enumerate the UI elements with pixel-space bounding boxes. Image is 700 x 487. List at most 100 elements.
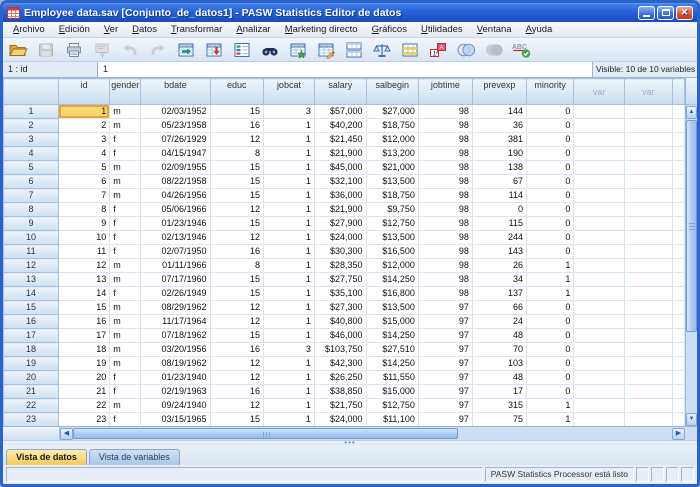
cell-r8-gender[interactable]: f (110, 203, 141, 217)
cell-r2-jobtime[interactable]: 98 (418, 119, 472, 133)
cell-r16-salary[interactable]: $40,800 (314, 315, 366, 329)
cell-r19-salary[interactable]: $42,300 (314, 357, 366, 371)
row-header-11[interactable]: 11 (4, 245, 59, 259)
menu-marketing-directo[interactable]: Marketing directo (278, 23, 365, 36)
cell-r3-jobcat[interactable]: 1 (264, 133, 315, 147)
print-icon[interactable] (63, 40, 85, 60)
cell-r8-minority[interactable]: 0 (526, 203, 573, 217)
grid-corner[interactable] (4, 79, 59, 105)
row-header-22[interactable]: 22 (4, 399, 59, 413)
cell-r4-bdate[interactable]: 04/15/1947 (141, 147, 210, 161)
cell-r7-educ[interactable]: 15 (210, 189, 264, 203)
cell-r6-bdate[interactable]: 08/22/1958 (141, 175, 210, 189)
row-header-6[interactable]: 6 (4, 175, 59, 189)
cell-r18-gender[interactable]: m (110, 343, 141, 357)
column-header-bdate[interactable]: bdate (141, 79, 210, 105)
cell-r14-educ[interactable]: 15 (210, 287, 264, 301)
open-file-icon[interactable] (7, 40, 29, 60)
cell-r16-educ[interactable]: 12 (210, 315, 264, 329)
cell-r13-salary[interactable]: $27,750 (314, 273, 366, 287)
select-cases-icon[interactable] (399, 40, 421, 60)
cell-r18-prevexp[interactable]: 70 (472, 343, 526, 357)
cell-r19-educ[interactable]: 12 (210, 357, 264, 371)
variables-icon[interactable] (231, 40, 253, 60)
cell-r21-bdate[interactable]: 02/19/1963 (141, 385, 210, 399)
horizontal-scroll-thumb[interactable] (73, 428, 458, 439)
cell-r2-id[interactable]: 2 (58, 119, 109, 133)
menu-ventana[interactable]: Ventana (470, 23, 519, 36)
cell-r13-prevexp[interactable]: 34 (472, 273, 526, 287)
cell-r14-minority[interactable]: 1 (526, 287, 573, 301)
cell-r21-salary[interactable]: $38,850 (314, 385, 366, 399)
cell-r20-jobtime[interactable]: 97 (418, 371, 472, 385)
cell-r11-educ[interactable]: 16 (210, 245, 264, 259)
cell-r6-educ[interactable]: 15 (210, 175, 264, 189)
cell-r16-minority[interactable]: 0 (526, 315, 573, 329)
cell-r7-salbegin[interactable]: $18,750 (366, 189, 418, 203)
cell-r23-educ[interactable]: 15 (210, 413, 264, 427)
cell-r11-minority[interactable]: 0 (526, 245, 573, 259)
cell-r17-educ[interactable]: 15 (210, 329, 264, 343)
cell-r10-bdate[interactable]: 02/13/1946 (141, 231, 210, 245)
cell-r4-gender[interactable]: f (110, 147, 141, 161)
cell-r14-salary[interactable]: $35,100 (314, 287, 366, 301)
cell-r5-minority[interactable]: 0 (526, 161, 573, 175)
scroll-left-button[interactable]: ◀ (60, 428, 73, 440)
cell-r4-id[interactable]: 4 (58, 147, 109, 161)
cell-r10-minority[interactable]: 0 (526, 231, 573, 245)
cell-r10-educ[interactable]: 12 (210, 231, 264, 245)
column-header-id[interactable]: id (58, 79, 109, 105)
cell-r15-salary[interactable]: $27,300 (314, 301, 366, 315)
row-header-5[interactable]: 5 (4, 161, 59, 175)
tab-vista-de-datos[interactable]: Vista de datos (6, 449, 87, 465)
cell-r3-gender[interactable]: f (110, 133, 141, 147)
cell-r15-id[interactable]: 15 (58, 301, 109, 315)
cell-r13-jobcat[interactable]: 1 (264, 273, 315, 287)
cell-r20-bdate[interactable]: 01/23/1940 (141, 371, 210, 385)
cell-r16-jobtime[interactable]: 97 (418, 315, 472, 329)
cell-editor-input[interactable]: 1 (98, 62, 593, 77)
cell-r7-salary[interactable]: $36,000 (314, 189, 366, 203)
row-header-13[interactable]: 13 (4, 273, 59, 287)
cell-r1-educ[interactable]: 15 (210, 105, 264, 119)
cell-r15-prevexp[interactable]: 66 (472, 301, 526, 315)
cell-r3-salbegin[interactable]: $12,000 (366, 133, 418, 147)
cell-r21-gender[interactable]: f (110, 385, 141, 399)
cell-r12-salary[interactable]: $28,350 (314, 259, 366, 273)
cell-r6-jobcat[interactable]: 1 (264, 175, 315, 189)
cell-r10-jobcat[interactable]: 1 (264, 231, 315, 245)
weight-cases-icon[interactable] (371, 40, 393, 60)
cell-r7-jobtime[interactable]: 98 (418, 189, 472, 203)
tab-vista-de-variables[interactable]: Vista de variables (89, 449, 180, 465)
cell-r17-bdate[interactable]: 07/18/1962 (141, 329, 210, 343)
cell-r13-id[interactable]: 13 (58, 273, 109, 287)
cell-r22-gender[interactable]: m (110, 399, 141, 413)
cell-r9-id[interactable]: 9 (58, 217, 109, 231)
cell-r16-prevexp[interactable]: 24 (472, 315, 526, 329)
cell-r12-salbegin[interactable]: $12,000 (366, 259, 418, 273)
close-button[interactable]: ✕ (676, 6, 693, 20)
cell-r5-salbegin[interactable]: $21,000 (366, 161, 418, 175)
cell-r22-minority[interactable]: 1 (526, 399, 573, 413)
cell-r18-minority[interactable]: 0 (526, 343, 573, 357)
cell-r19-jobtime[interactable]: 97 (418, 357, 472, 371)
cell-r23-jobtime[interactable]: 97 (418, 413, 472, 427)
cell-r6-salbegin[interactable]: $13,500 (366, 175, 418, 189)
cell-r11-id[interactable]: 11 (58, 245, 109, 259)
menu-graficos[interactable]: Gráficos (365, 23, 414, 36)
cell-r13-minority[interactable]: 1 (526, 273, 573, 287)
cell-r3-educ[interactable]: 12 (210, 133, 264, 147)
cell-r5-prevexp[interactable]: 138 (472, 161, 526, 175)
cell-r7-minority[interactable]: 0 (526, 189, 573, 203)
cell-r10-prevexp[interactable]: 244 (472, 231, 526, 245)
cell-r23-prevexp[interactable]: 75 (472, 413, 526, 427)
cell-r17-jobcat[interactable]: 1 (264, 329, 315, 343)
row-header-2[interactable]: 2 (4, 119, 59, 133)
cell-r7-bdate[interactable]: 04/26/1956 (141, 189, 210, 203)
cell-r21-minority[interactable]: 0 (526, 385, 573, 399)
cell-r20-gender[interactable]: f (110, 371, 141, 385)
cell-r13-gender[interactable]: m (110, 273, 141, 287)
cell-r17-gender[interactable]: m (110, 329, 141, 343)
cell-r22-salbegin[interactable]: $12,750 (366, 399, 418, 413)
cell-r16-id[interactable]: 16 (58, 315, 109, 329)
